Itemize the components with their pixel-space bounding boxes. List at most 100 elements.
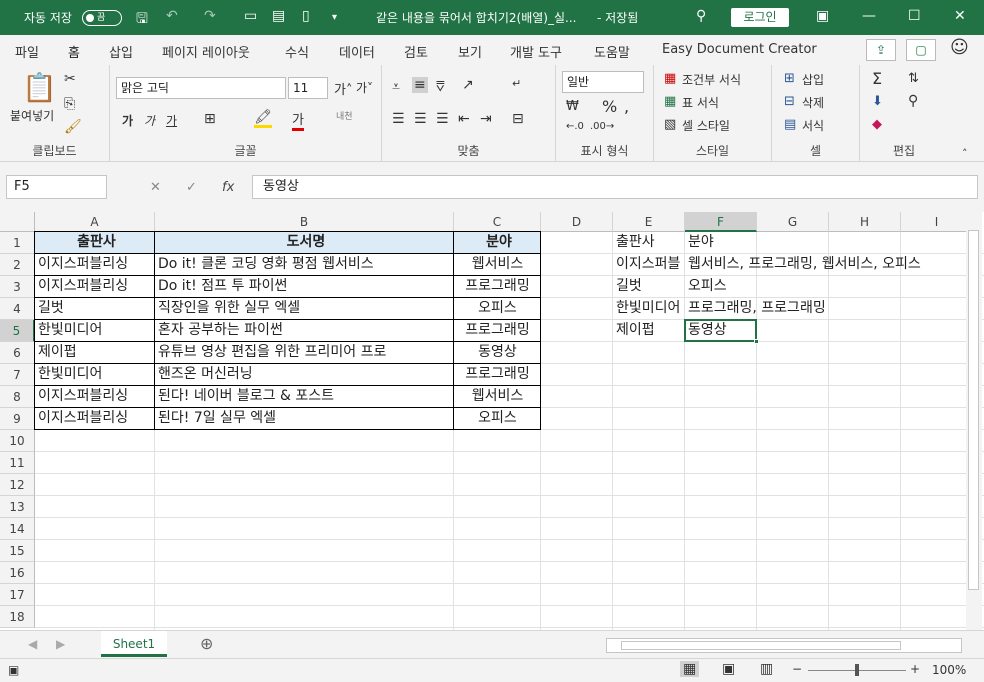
conditional-format-button[interactable]: 조건부 서식 [682,71,741,88]
summary-cell[interactable]: 이지스퍼블 [613,254,685,276]
summary-cell[interactable]: 오피스 [685,276,965,298]
font-name-box[interactable]: 맑은 고딕 [116,77,286,99]
row-header-14[interactable]: 14 [0,518,35,540]
prev-sheet-icon[interactable]: ◀ [28,637,37,651]
row-header-11[interactable]: 11 [0,452,35,474]
accounting-icon[interactable]: ₩ [566,99,579,114]
tab-page-layout[interactable]: 페이지 레이아웃 [162,42,250,61]
normal-view-icon[interactable]: ▦ [680,661,700,677]
row-header-9[interactable]: 9 [0,408,35,430]
tab-easy-document-creator[interactable]: Easy Document Creator [662,42,817,57]
percent-icon[interactable]: % [602,97,617,116]
active-cell-highlight[interactable] [684,319,757,342]
page-layout-view-icon[interactable]: ▣ [722,661,735,677]
table-cell[interactable]: 동영상 [454,342,541,364]
share-icon[interactable]: ⇪ [866,39,896,61]
comma-icon[interactable]: , [624,97,629,116]
worksheet-grid[interactable]: A B C D E F G H I 1 2 3 4 5 6 7 8 9 10 11 12 13 14 15 16 17 18 출판사 도… [0,212,984,630]
vertical-scrollbar[interactable] [966,212,982,630]
column-header-i[interactable]: I [901,212,973,232]
tab-data[interactable]: 데이터 [339,42,375,61]
row-header-3[interactable]: 3 [0,276,35,298]
align-middle-icon[interactable]: ≡ [412,77,428,93]
cell-styles-button[interactable]: 셀 스타일 [682,117,730,134]
form-icon[interactable]: ▭ [244,8,257,24]
table-cell[interactable]: 유튜브 영상 편집을 위한 프리미어 프로 [155,342,454,364]
increase-indent-icon[interactable]: ⇥ [480,111,492,127]
borders-icon[interactable]: ⊞ [204,111,216,127]
summary-cell[interactable]: 프로그래밍, 프로그래밍 [685,298,965,320]
fill-handle[interactable] [754,339,759,344]
align-center-icon[interactable]: ☰ [414,111,427,127]
row-header-13[interactable]: 13 [0,496,35,518]
number-format-box[interactable]: 일반 [562,71,644,93]
summary-cell[interactable]: 제이펍 [613,320,685,342]
horizontal-scroll-thumb[interactable] [621,641,901,650]
column-header-b[interactable]: B [155,212,454,232]
table-cell[interactable]: 웹서비스 [454,386,541,408]
fill-icon[interactable]: ⬇ [872,94,883,109]
page-break-view-icon[interactable]: ▥ [760,661,773,677]
new-doc-icon[interactable]: ▯ [302,8,310,24]
formula-input[interactable]: 동영상 [252,175,978,199]
undo-icon[interactable]: ↶ [166,8,178,24]
table-format-button[interactable]: 표 서식 [682,94,719,111]
align-right-icon[interactable]: ☰ [436,111,449,127]
row-header-18[interactable]: 18 [0,606,35,628]
format-painter-icon[interactable]: 🖌 [64,119,82,135]
row-header-10[interactable]: 10 [0,430,35,452]
wrap-text-icon[interactable]: ↵ [512,77,521,90]
merge-center-icon[interactable]: ⊟ [512,111,524,127]
increase-decimal-icon[interactable]: ←.0 [566,121,584,132]
zoom-out-icon[interactable]: − [792,662,802,676]
vertical-scroll-thumb[interactable] [968,230,979,590]
row-header-6[interactable]: 6 [0,342,35,364]
row-header-2[interactable]: 2 [0,254,35,276]
paste-icon[interactable]: 📋 [22,71,57,104]
zoom-slider-thumb[interactable] [855,664,859,676]
orientation-icon[interactable]: ↗ [462,77,474,93]
table-cell[interactable]: 한빛미디어 [35,364,155,386]
login-button[interactable]: 로그인 [731,8,789,27]
table-header-cell[interactable]: 출판사 [35,232,155,254]
table-cell[interactable]: Do it! 점프 투 파이썬 [155,276,454,298]
font-color-button[interactable]: 가 [292,109,304,131]
decrease-decimal-icon[interactable]: .00→ [590,121,614,132]
redo-icon[interactable]: ↷ [204,8,216,24]
enter-icon[interactable]: ✓ [186,180,197,195]
table-cell[interactable]: 혼자 공부하는 파이썬 [155,320,454,342]
table-cell[interactable]: 웹서비스 [454,254,541,276]
align-bottom-icon[interactable]: ⩢ [436,79,445,95]
insert-function-icon[interactable]: fx [222,180,234,195]
table-cell[interactable]: 제이펍 [35,342,155,364]
align-left-icon[interactable]: ☰ [392,111,405,127]
summary-cell[interactable]: 웹서비스, 프로그래밍, 웹서비스, 오피스 [685,254,965,276]
table-cell[interactable]: 핸즈온 머신러닝 [155,364,454,386]
row-header-8[interactable]: 8 [0,386,35,408]
maximize-icon[interactable]: ☐ [908,8,921,24]
row-header-7[interactable]: 7 [0,364,35,386]
table-cell[interactable]: 이지스퍼블리싱 [35,408,155,430]
zoom-level[interactable]: 100% [932,663,966,677]
tab-review[interactable]: 검토 [404,42,428,61]
collapse-ribbon-icon[interactable]: ˄ [962,147,968,160]
copy-icon[interactable]: ⎘ [64,96,75,112]
tab-developer[interactable]: 개발 도구 [510,42,562,61]
paste-button[interactable]: 붙여넣기 [10,107,54,124]
italic-button[interactable]: 가 [144,112,155,129]
tab-file[interactable]: 파일 [15,42,39,61]
find-select-icon[interactable]: ⚲ [908,93,918,109]
table-cell[interactable]: 이지스퍼블리싱 [35,276,155,298]
next-sheet-icon[interactable]: ▶ [56,637,65,651]
tab-help[interactable]: 도움말 [594,42,630,61]
row-header-4[interactable]: 4 [0,298,35,320]
table-cell[interactable]: 프로그래밍 [454,320,541,342]
qat-customize-icon[interactable]: ▾ [332,12,337,23]
table-cell[interactable]: 한빛미디어 [35,320,155,342]
table-cell[interactable]: 프로그래밍 [454,276,541,298]
row-header-5[interactable]: 5 [0,320,35,342]
autosum-icon[interactable]: Σ [872,69,882,88]
minimize-icon[interactable]: — [862,8,876,24]
autosave-toggle[interactable]: 끔 [82,10,122,26]
row-header-12[interactable]: 12 [0,474,35,496]
